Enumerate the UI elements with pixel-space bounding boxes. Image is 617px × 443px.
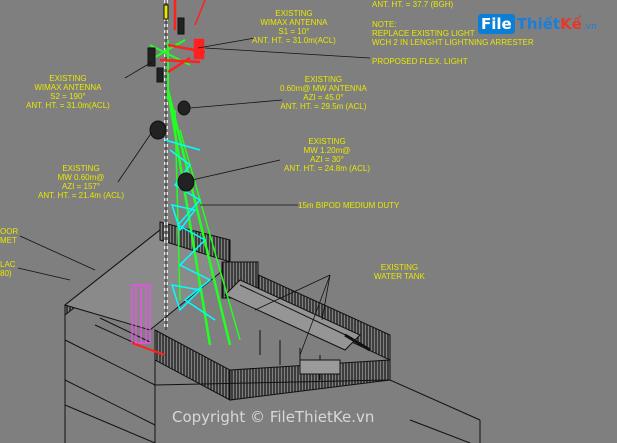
floor-line-low [409,419,471,443]
leader-flex-light [204,47,371,59]
label-line: AZI = 45.0° [303,93,344,102]
filethietke-logo: File Thiết Kế .vn [478,12,597,36]
label-line: 15m BIPOD MEDIUM DUTY [298,201,400,210]
label-antenna-height-top: ANT. HT. = 37.7 (BGH) [372,0,453,9]
label-line: WIMAX ANTENNA [260,18,328,27]
label-line: MW 0.60m@ [57,173,105,182]
mw-dish-120 [177,172,195,192]
label-line: ANT. HT. = 29.5m (ACL) [280,102,367,111]
label-line: 80) [0,269,12,278]
label-line: ANT. HT. = 31.0m(ACL) [252,36,336,45]
label-line: EXISTING [380,263,419,272]
aviation-light [163,4,169,20]
label-proposed-flex-light: PROPOSED FLEX. LIGHT [372,57,468,66]
wimax-antenna-top [177,17,185,35]
leader-mw-mid [189,99,283,109]
logo-file: File [478,14,515,34]
leader-wimax-left [124,61,153,79]
mw-dish-060-mid [177,100,191,116]
label-cut-off-top: OOR MET [0,227,18,245]
label-line: WATER TANK [374,272,425,281]
label-line: EXISTING [49,74,87,83]
label-water-tank: EXISTING WATER TANK [374,263,425,281]
floor-line-3 [64,404,156,443]
mount-plate [193,38,205,60]
label-line: PROPOSED FLEX. LIGHT [372,57,468,66]
label-line: ANT. HT. = 24.8m (ACL) [284,164,371,173]
cad-drawing-canvas: ANT. HT. = 37.7 (BGH) NOTE: REPLACE EXIS… [0,0,617,443]
label-line: AZI = 157° [61,182,101,191]
leader-cut-2 [17,267,71,281]
label-line: S1 = 10° [278,27,310,36]
leader-cut-1 [19,235,96,271]
floor-line-2 [64,379,156,426]
label-line: EXISTING [304,75,343,84]
label-line: OOR [0,227,19,236]
label-wimax-antenna-s1: EXISTING WIMAX ANTENNA S1 = 10° ANT. HT.… [252,9,336,45]
leader-mw-low [191,159,281,181]
label-line: MW 1.20m@ [303,146,351,155]
label-cut-off-bottom: LAC 80) [0,260,16,278]
logo-thiet: Thiết [516,15,561,33]
tower-drawing [17,0,481,443]
label-line: EXISTING [62,164,100,173]
label-line: EXISTING [308,137,346,146]
label-wimax-antenna-s2: EXISTING WIMAX ANTENNA S2 = 190° ANT. HT… [26,74,110,110]
floor-line-far [389,379,481,421]
label-line: ANT. HT. = 21.4m (ACL) [38,191,125,200]
label-mw-120-antenna: EXISTING MW 1.20m@ AZI = 30° ANT. HT. = … [284,137,370,173]
mw-dish-060-left [149,120,167,140]
label-line: WIMAX ANTENNA [34,83,102,92]
label-line: S2 = 190° [50,92,86,101]
label-mw-060-antenna: EXISTING 0.60m@ MW ANTENNA AZI = 45.0° A… [280,75,367,111]
note-line-2: WCH 2 IN LENGHT LIGHTNING ARRESTER [372,38,534,47]
equipment-rack [299,359,341,375]
flex-light-wire [194,0,206,26]
logo-ke: Kế [560,15,582,33]
label-bipod: 15m BIPOD MEDIUM DUTY [298,201,399,210]
label-mw-060-left: EXISTING MW 0.60m@ AZI = 157° ANT. HT. =… [38,164,124,200]
leader-wimax-top [197,37,256,49]
label-line: EXISTING [275,9,313,18]
label-line: ANT. HT. = 31.0m(ACL) [26,101,110,110]
label-line: MET [0,236,17,245]
parapet-front-wall [154,329,231,401]
label-line: 0.60m@ MW ANTENNA [280,84,367,93]
logo-vn: .vn [582,22,597,32]
label-line: AZI = 30° [310,155,344,164]
label-line: LAC [0,260,16,269]
label-line: ANT. HT. = 37.7 (BGH) [372,0,454,9]
wimax-antenna-s2 [156,67,164,83]
copyright-watermark: Copyright © FileThietKe.vn [172,408,375,426]
